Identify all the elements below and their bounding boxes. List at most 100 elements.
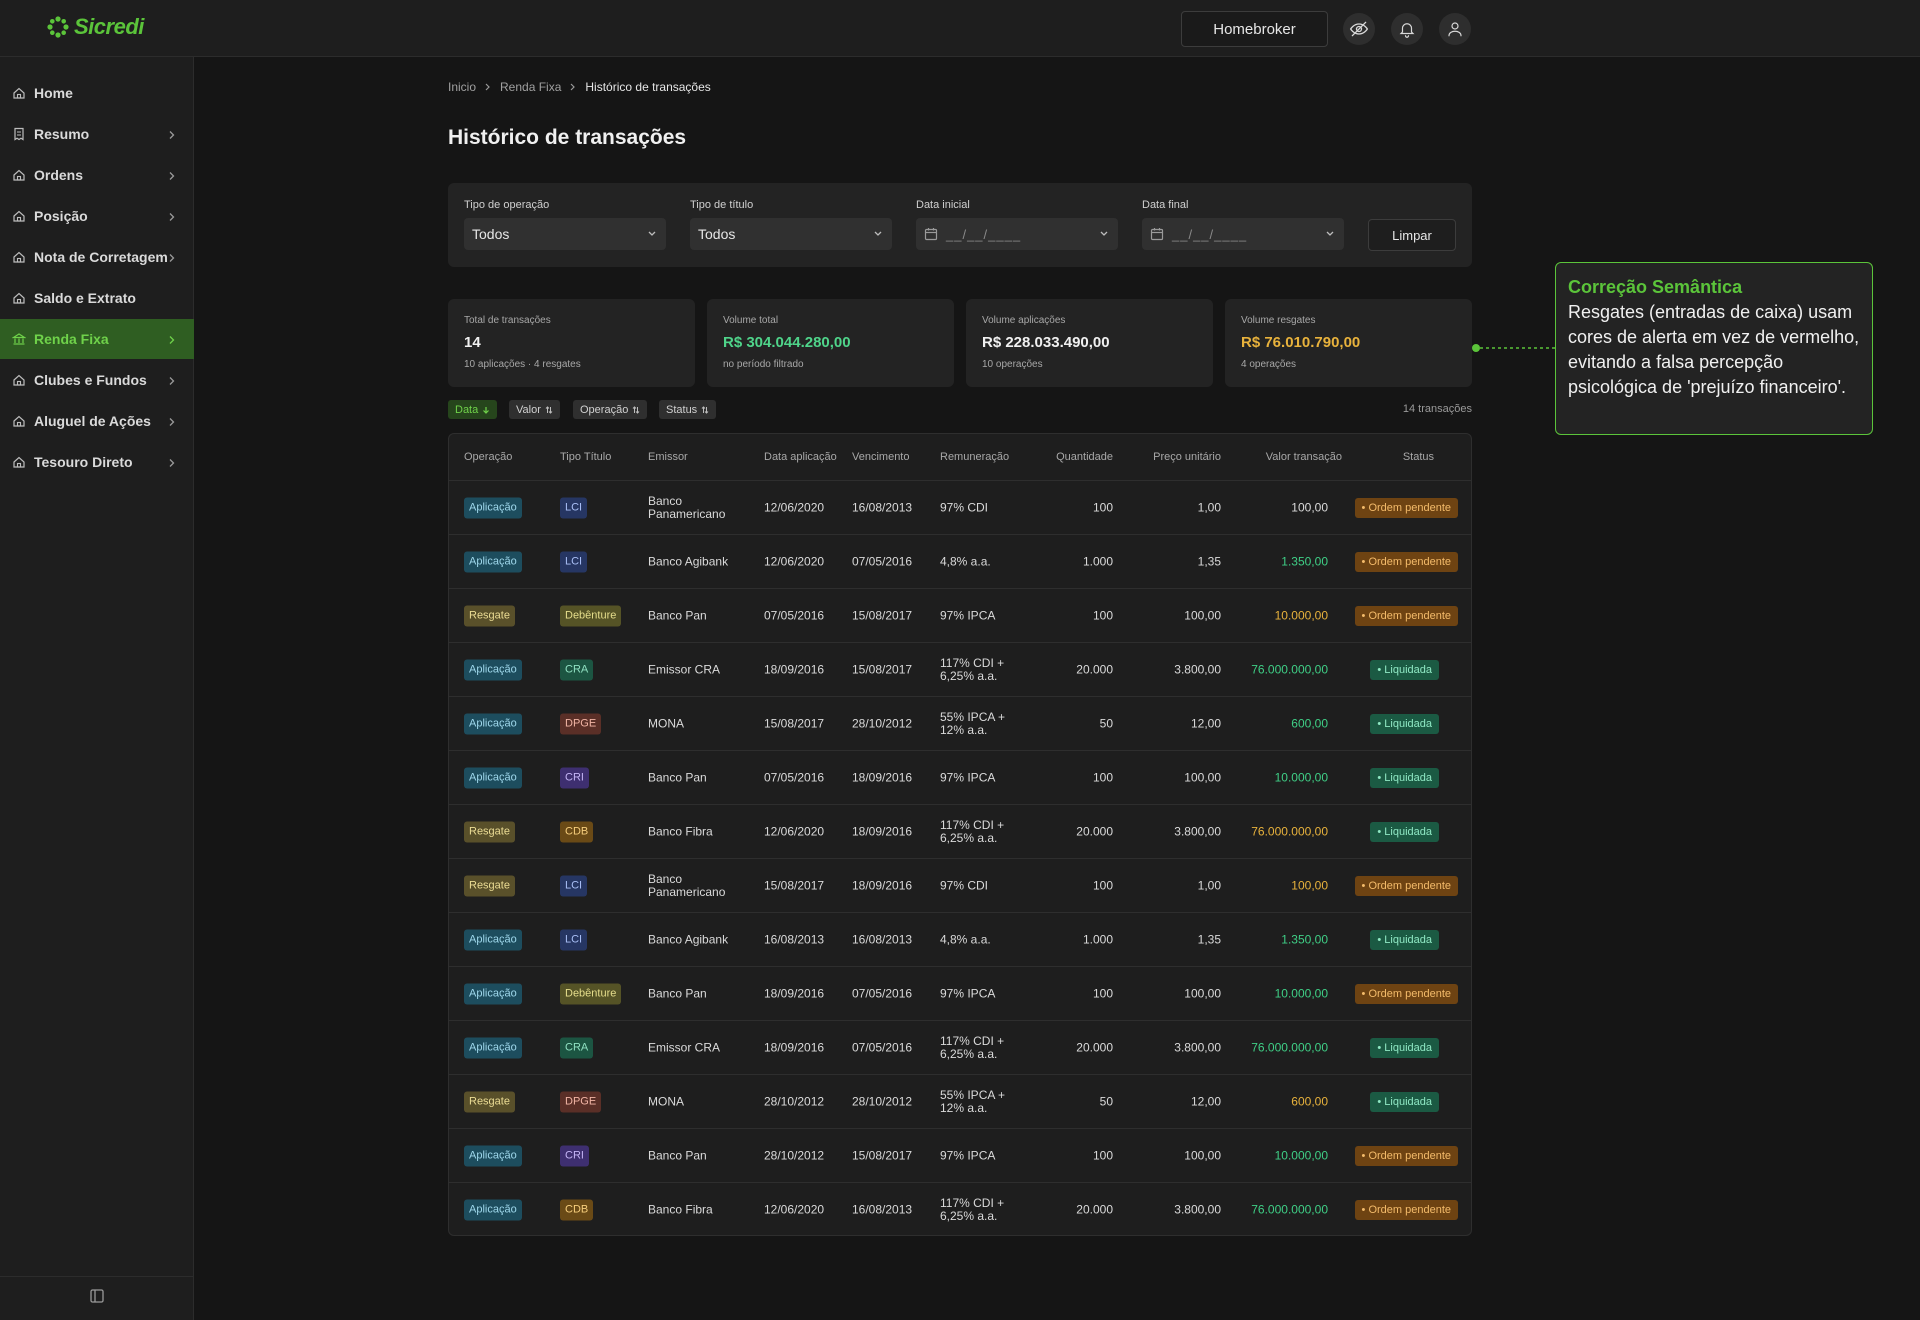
title-type-select[interactable]: Todos (690, 218, 892, 250)
column-header[interactable]: Emissor (648, 451, 688, 463)
end-date-input[interactable]: __/__/____ (1142, 218, 1344, 250)
operation-select[interactable]: Todos (464, 218, 666, 250)
issuer-cell: Banco Pan (648, 986, 707, 1000)
issuer-cell: Emissor CRA (648, 662, 721, 676)
table-row[interactable]: Resgate Debênture Banco Pan 07/05/2016 15/08… (449, 589, 1471, 643)
breadcrumb: Inicio Renda Fixa Histórico de transaçõe… (448, 80, 711, 94)
start-date-input[interactable]: __/__/____ (916, 218, 1118, 250)
table-row[interactable]: Aplicação LCI Banco Agibank 16/08/2013 16/08… (449, 913, 1471, 967)
sidebar-item-renda-fixa[interactable]: Renda Fixa (0, 319, 194, 359)
sidebar-item-saldo-e-extrato[interactable]: Saldo e Extrato (0, 278, 194, 318)
sidebar-item-label: Posição (34, 208, 88, 224)
quantity-cell: 20.000 (1076, 1040, 1113, 1054)
column-header[interactable]: Preço unitário (1153, 451, 1221, 463)
filter-end-date-label: Data final (1142, 199, 1189, 211)
sidebar-item-label: Home (34, 85, 73, 101)
due-date-cell: 16/08/2013 (852, 1202, 913, 1216)
column-header[interactable]: Data aplicação (764, 451, 837, 463)
application-date-cell: 18/09/2016 (764, 1040, 825, 1054)
quantity-cell: 20.000 (1076, 824, 1113, 838)
rate-cell: 97% IPCA (940, 770, 996, 784)
due-date-cell: 07/05/2016 (852, 1040, 913, 1054)
operation-badge: Aplicação (464, 551, 522, 572)
homebroker-button[interactable]: Homebroker (1181, 11, 1328, 47)
home-icon (12, 86, 26, 100)
user-menu-button[interactable] (1439, 13, 1471, 45)
issuer-cell: Banco Fibra (648, 1202, 713, 1216)
status-badge: • Ordem pendente (1354, 1199, 1458, 1220)
table-row[interactable]: Resgate DPGE MONA 28/10/2012 28/10/2012 55% I… (449, 1075, 1471, 1129)
breadcrumb-renda-fixa[interactable]: Renda Fixa (500, 80, 561, 94)
table-row[interactable]: Aplicação Debênture Banco Pan 18/09/2016 07/… (449, 967, 1471, 1021)
title-type-badge: CRI (560, 767, 589, 788)
quantity-cell: 100 (1092, 500, 1113, 514)
unit-price-cell: 1,00 (1197, 500, 1221, 514)
table-row[interactable]: Aplicação CDB Banco Fibra 12/06/2020 16/08/2… (449, 1183, 1471, 1235)
due-date-cell: 18/09/2016 (852, 770, 913, 784)
table-row[interactable]: Aplicação CRI Banco Pan 28/10/2012 15/08/201… (449, 1129, 1471, 1183)
sidebar-item-ordens[interactable]: Ordens (0, 155, 194, 195)
notifications-button[interactable] (1391, 13, 1423, 45)
transaction-value-cell: 1.350,00 (1281, 932, 1328, 946)
table-row[interactable]: Aplicação CRA Emissor CRA 18/09/2016 07/05/2… (449, 1021, 1471, 1075)
sidebar-item-home[interactable]: Home (0, 73, 194, 113)
stat-subtext: 4 operações (1241, 359, 1297, 370)
unit-price-cell: 3.800,00 (1174, 824, 1221, 838)
due-date-cell: 18/09/2016 (852, 878, 913, 892)
column-header[interactable]: Remuneração (940, 451, 1009, 463)
sort-chip-operacao[interactable]: Operação (573, 400, 648, 419)
quantity-cell: 50 (1099, 716, 1113, 730)
quantity-cell: 100 (1092, 878, 1113, 892)
column-header[interactable]: Vencimento (852, 451, 909, 463)
sidebar-item-clubes-e-fundos[interactable]: Clubes e Fundos (0, 360, 194, 400)
table-row[interactable]: Aplicação DPGE MONA 15/08/2017 28/10/2012 55%… (449, 697, 1471, 751)
sidebar-item-resumo[interactable]: Resumo (0, 114, 194, 154)
start-date-placeholder: __/__/____ (946, 226, 1022, 242)
operation-badge: Aplicação (464, 659, 522, 680)
issuer-cell: Banco Panamericano (648, 871, 726, 899)
title-type-badge: LCI (560, 929, 588, 950)
table-row[interactable]: Aplicação CRA Emissor CRA 18/09/2016 15/08/2… (449, 643, 1471, 697)
column-header[interactable]: Status (1403, 451, 1434, 463)
unit-price-cell: 1,00 (1197, 878, 1221, 892)
breadcrumb-home[interactable]: Inicio (448, 80, 476, 94)
stat-subtext: 10 aplicações · 4 resgates (464, 359, 581, 370)
unit-price-cell: 100,00 (1184, 986, 1221, 1000)
sort-icon (545, 405, 553, 414)
unit-price-cell: 3.800,00 (1174, 662, 1221, 676)
eye-off-icon (1349, 21, 1369, 37)
hide-values-button[interactable] (1343, 13, 1375, 45)
clear-filters-button[interactable]: Limpar (1368, 219, 1456, 251)
quantity-cell: 20.000 (1076, 1202, 1113, 1216)
sidebar-item-posicao[interactable]: Posição (0, 196, 194, 236)
home-icon (12, 250, 26, 264)
status-badge: • Ordem pendente (1354, 551, 1458, 572)
sort-chip-status[interactable]: Status (659, 400, 717, 419)
quantity-cell: 50 (1099, 1094, 1113, 1108)
application-date-cell: 15/08/2017 (764, 878, 825, 892)
sort-chip-data[interactable]: Data (448, 400, 498, 419)
stat-value: R$ 304.044.280,00 (723, 334, 851, 351)
title-type-badge: CRI (560, 1145, 589, 1166)
application-date-cell: 28/10/2012 (764, 1094, 825, 1108)
sidebar-item-aluguel-de-acoes[interactable]: Aluguel de Ações (0, 401, 194, 441)
brand-logo[interactable]: Sicredi (46, 14, 144, 40)
column-header[interactable]: Tipo Título (560, 451, 611, 463)
column-header[interactable]: Quantidade (1056, 451, 1113, 463)
sidebar-collapse-button[interactable] (90, 1289, 104, 1308)
column-header[interactable]: Valor transação (1266, 451, 1342, 463)
table-row[interactable]: Aplicação CRI Banco Pan 07/05/2016 18/09/201… (449, 751, 1471, 805)
table-row[interactable]: Aplicação LCI Banco Agibank 12/06/2020 07/05… (449, 535, 1471, 589)
rate-cell: 117% CDI + 6,25% a.a. (940, 1195, 1005, 1223)
table-row[interactable]: Resgate LCI Banco Panamericano 15/08/2017 18… (449, 859, 1471, 913)
sidebar-item-nota-de-corretagem[interactable]: Nota de Corretagem (0, 237, 194, 277)
callout-connector (1472, 344, 1556, 352)
sidebar-item-tesouro-direto[interactable]: Tesouro Direto (0, 442, 194, 482)
column-header[interactable]: Operação (464, 451, 512, 463)
table-row[interactable]: Aplicação LCI Banco Panamericano 12/06/2020… (449, 481, 1471, 535)
sidebar-collapse-icon (90, 1289, 104, 1303)
sort-chip-valor[interactable]: Valor (509, 400, 560, 419)
operation-badge: Aplicação (464, 983, 522, 1004)
table-row[interactable]: Resgate CDB Banco Fibra 12/06/2020 18/09/201… (449, 805, 1471, 859)
filters-panel: Tipo de operação Todos Tipo de título To… (448, 183, 1472, 267)
